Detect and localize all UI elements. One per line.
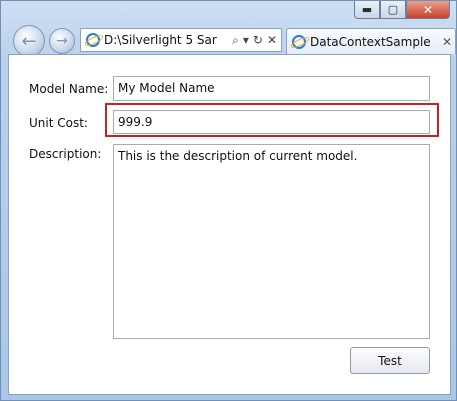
address-bar[interactable]: D:\Silverlight 5 Sar ⌕ ▾ ↻ ✕ bbox=[80, 28, 282, 52]
address-text[interactable]: D:\Silverlight 5 Sar bbox=[104, 33, 232, 47]
test-button[interactable]: Test bbox=[350, 347, 430, 374]
back-button[interactable]: ← bbox=[13, 25, 45, 57]
maximize-button[interactable]: ▢ bbox=[380, 1, 406, 19]
browser-window: ▬ ▢ ✕ ← → D:\Silverlight 5 Sar ⌕ ▾ ↻ ✕ D… bbox=[0, 0, 457, 401]
unit-cost-label: Unit Cost: bbox=[29, 116, 88, 130]
caption-buttons: ▬ ▢ ✕ bbox=[354, 1, 450, 21]
page-content: Model Name: My Model Name Unit Cost: 999… bbox=[8, 54, 451, 395]
ie-tab-icon bbox=[292, 34, 306, 49]
description-label: Description: bbox=[29, 147, 102, 161]
model-name-label: Model Name: bbox=[29, 82, 109, 96]
refresh-icon[interactable]: ↻ bbox=[253, 33, 263, 47]
address-tools: ⌕ ▾ ↻ ✕ bbox=[232, 33, 281, 48]
tab-title: DataContextSample bbox=[310, 34, 431, 49]
tab-datacontextsample[interactable]: DataContextSample ✕ bbox=[286, 28, 456, 54]
close-window-button[interactable]: ✕ bbox=[406, 1, 450, 19]
forward-button[interactable]: → bbox=[49, 28, 75, 54]
model-name-input[interactable]: My Model Name bbox=[113, 76, 430, 101]
minimize-button[interactable]: ▬ bbox=[354, 1, 380, 19]
chevron-down-icon[interactable]: ▾ bbox=[243, 33, 249, 47]
search-icon[interactable]: ⌕ bbox=[232, 33, 239, 48]
back-arrow-icon: ← bbox=[21, 30, 37, 52]
description-textarea[interactable]: This is the description of current model… bbox=[113, 144, 430, 339]
unit-cost-input[interactable]: 999.9 bbox=[113, 110, 430, 134]
stop-icon[interactable]: ✕ bbox=[267, 33, 277, 47]
tab-close-icon[interactable]: ✕ bbox=[439, 35, 455, 49]
forward-arrow-icon: → bbox=[56, 33, 68, 49]
ie-page-icon bbox=[86, 33, 100, 47]
